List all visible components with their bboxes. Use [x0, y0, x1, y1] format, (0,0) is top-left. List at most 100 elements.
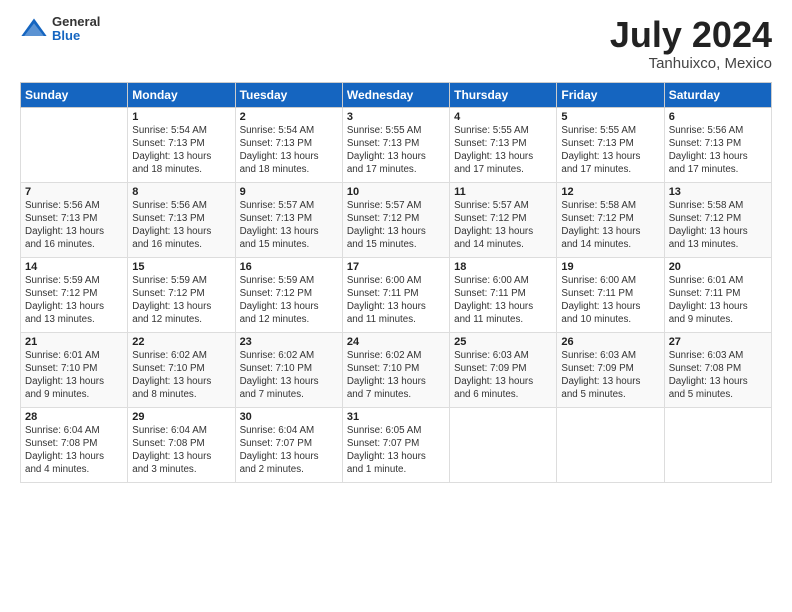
logo-text: General Blue — [52, 15, 100, 44]
day-info: Sunrise: 6:05 AM Sunset: 7:07 PM Dayligh… — [347, 424, 445, 477]
day-number: 7 — [25, 186, 123, 198]
calendar-cell: 8Sunrise: 5:56 AM Sunset: 7:13 PM Daylig… — [128, 182, 235, 257]
week-row-1: 1Sunrise: 5:54 AM Sunset: 7:13 PM Daylig… — [21, 107, 772, 182]
day-info: Sunrise: 5:56 AM Sunset: 7:13 PM Dayligh… — [25, 199, 123, 252]
calendar-cell — [557, 407, 664, 482]
location: Tanhuixco, Mexico — [610, 55, 772, 72]
day-number: 31 — [347, 411, 445, 423]
week-row-4: 21Sunrise: 6:01 AM Sunset: 7:10 PM Dayli… — [21, 332, 772, 407]
weekday-header-thursday: Thursday — [450, 82, 557, 107]
day-info: Sunrise: 6:01 AM Sunset: 7:10 PM Dayligh… — [25, 349, 123, 402]
calendar-cell: 21Sunrise: 6:01 AM Sunset: 7:10 PM Dayli… — [21, 332, 128, 407]
day-info: Sunrise: 6:02 AM Sunset: 7:10 PM Dayligh… — [132, 349, 230, 402]
calendar-cell: 4Sunrise: 5:55 AM Sunset: 7:13 PM Daylig… — [450, 107, 557, 182]
day-number: 27 — [669, 336, 767, 348]
day-number: 13 — [669, 186, 767, 198]
day-info: Sunrise: 6:03 AM Sunset: 7:09 PM Dayligh… — [454, 349, 552, 402]
calendar-cell: 16Sunrise: 5:59 AM Sunset: 7:12 PM Dayli… — [235, 257, 342, 332]
logo-blue: Blue — [52, 29, 100, 43]
day-number: 9 — [240, 186, 338, 198]
month-title: July 2024 — [610, 15, 772, 55]
weekday-header-monday: Monday — [128, 82, 235, 107]
day-info: Sunrise: 6:03 AM Sunset: 7:09 PM Dayligh… — [561, 349, 659, 402]
calendar-cell: 27Sunrise: 6:03 AM Sunset: 7:08 PM Dayli… — [664, 332, 771, 407]
calendar-cell: 18Sunrise: 6:00 AM Sunset: 7:11 PM Dayli… — [450, 257, 557, 332]
day-info: Sunrise: 5:56 AM Sunset: 7:13 PM Dayligh… — [132, 199, 230, 252]
calendar-cell — [450, 407, 557, 482]
day-info: Sunrise: 6:04 AM Sunset: 7:08 PM Dayligh… — [132, 424, 230, 477]
day-info: Sunrise: 5:55 AM Sunset: 7:13 PM Dayligh… — [347, 124, 445, 177]
day-number: 2 — [240, 111, 338, 123]
calendar-cell: 28Sunrise: 6:04 AM Sunset: 7:08 PM Dayli… — [21, 407, 128, 482]
day-info: Sunrise: 5:54 AM Sunset: 7:13 PM Dayligh… — [240, 124, 338, 177]
calendar-page: General Blue July 2024 Tanhuixco, Mexico… — [0, 0, 792, 612]
day-number: 3 — [347, 111, 445, 123]
calendar-cell: 26Sunrise: 6:03 AM Sunset: 7:09 PM Dayli… — [557, 332, 664, 407]
day-number: 8 — [132, 186, 230, 198]
calendar-table: SundayMondayTuesdayWednesdayThursdayFrid… — [20, 82, 772, 483]
calendar-cell: 2Sunrise: 5:54 AM Sunset: 7:13 PM Daylig… — [235, 107, 342, 182]
calendar-cell: 24Sunrise: 6:02 AM Sunset: 7:10 PM Dayli… — [342, 332, 449, 407]
calendar-cell: 20Sunrise: 6:01 AM Sunset: 7:11 PM Dayli… — [664, 257, 771, 332]
day-info: Sunrise: 5:57 AM Sunset: 7:13 PM Dayligh… — [240, 199, 338, 252]
week-row-5: 28Sunrise: 6:04 AM Sunset: 7:08 PM Dayli… — [21, 407, 772, 482]
day-number: 20 — [669, 261, 767, 273]
day-number: 26 — [561, 336, 659, 348]
day-info: Sunrise: 6:02 AM Sunset: 7:10 PM Dayligh… — [240, 349, 338, 402]
day-info: Sunrise: 5:57 AM Sunset: 7:12 PM Dayligh… — [454, 199, 552, 252]
calendar-cell: 17Sunrise: 6:00 AM Sunset: 7:11 PM Dayli… — [342, 257, 449, 332]
calendar-body: 1Sunrise: 5:54 AM Sunset: 7:13 PM Daylig… — [21, 107, 772, 482]
day-number: 30 — [240, 411, 338, 423]
calendar-cell: 31Sunrise: 6:05 AM Sunset: 7:07 PM Dayli… — [342, 407, 449, 482]
day-info: Sunrise: 5:59 AM Sunset: 7:12 PM Dayligh… — [25, 274, 123, 327]
calendar-cell: 19Sunrise: 6:00 AM Sunset: 7:11 PM Dayli… — [557, 257, 664, 332]
calendar-cell — [664, 407, 771, 482]
calendar-cell: 23Sunrise: 6:02 AM Sunset: 7:10 PM Dayli… — [235, 332, 342, 407]
calendar-cell: 15Sunrise: 5:59 AM Sunset: 7:12 PM Dayli… — [128, 257, 235, 332]
calendar-cell: 11Sunrise: 5:57 AM Sunset: 7:12 PM Dayli… — [450, 182, 557, 257]
day-info: Sunrise: 6:02 AM Sunset: 7:10 PM Dayligh… — [347, 349, 445, 402]
calendar-cell: 22Sunrise: 6:02 AM Sunset: 7:10 PM Dayli… — [128, 332, 235, 407]
day-info: Sunrise: 5:54 AM Sunset: 7:13 PM Dayligh… — [132, 124, 230, 177]
day-number: 4 — [454, 111, 552, 123]
day-number: 14 — [25, 261, 123, 273]
day-number: 1 — [132, 111, 230, 123]
day-number: 18 — [454, 261, 552, 273]
logo: General Blue — [20, 15, 100, 44]
day-number: 11 — [454, 186, 552, 198]
day-info: Sunrise: 5:58 AM Sunset: 7:12 PM Dayligh… — [669, 199, 767, 252]
week-row-2: 7Sunrise: 5:56 AM Sunset: 7:13 PM Daylig… — [21, 182, 772, 257]
day-number: 29 — [132, 411, 230, 423]
calendar-cell: 5Sunrise: 5:55 AM Sunset: 7:13 PM Daylig… — [557, 107, 664, 182]
day-number: 5 — [561, 111, 659, 123]
calendar-header: SundayMondayTuesdayWednesdayThursdayFrid… — [21, 82, 772, 107]
calendar-cell: 7Sunrise: 5:56 AM Sunset: 7:13 PM Daylig… — [21, 182, 128, 257]
day-number: 25 — [454, 336, 552, 348]
day-info: Sunrise: 5:59 AM Sunset: 7:12 PM Dayligh… — [132, 274, 230, 327]
calendar-cell — [21, 107, 128, 182]
calendar-cell: 29Sunrise: 6:04 AM Sunset: 7:08 PM Dayli… — [128, 407, 235, 482]
calendar-cell: 13Sunrise: 5:58 AM Sunset: 7:12 PM Dayli… — [664, 182, 771, 257]
day-number: 19 — [561, 261, 659, 273]
day-number: 22 — [132, 336, 230, 348]
calendar-cell: 14Sunrise: 5:59 AM Sunset: 7:12 PM Dayli… — [21, 257, 128, 332]
day-number: 24 — [347, 336, 445, 348]
title-block: July 2024 Tanhuixco, Mexico — [610, 15, 772, 72]
calendar-cell: 25Sunrise: 6:03 AM Sunset: 7:09 PM Dayli… — [450, 332, 557, 407]
logo-icon — [20, 15, 48, 43]
day-number: 16 — [240, 261, 338, 273]
day-info: Sunrise: 5:58 AM Sunset: 7:12 PM Dayligh… — [561, 199, 659, 252]
day-info: Sunrise: 5:59 AM Sunset: 7:12 PM Dayligh… — [240, 274, 338, 327]
calendar-cell: 12Sunrise: 5:58 AM Sunset: 7:12 PM Dayli… — [557, 182, 664, 257]
day-info: Sunrise: 6:04 AM Sunset: 7:08 PM Dayligh… — [25, 424, 123, 477]
day-info: Sunrise: 5:55 AM Sunset: 7:13 PM Dayligh… — [561, 124, 659, 177]
calendar-cell: 10Sunrise: 5:57 AM Sunset: 7:12 PM Dayli… — [342, 182, 449, 257]
week-row-3: 14Sunrise: 5:59 AM Sunset: 7:12 PM Dayli… — [21, 257, 772, 332]
day-info: Sunrise: 5:55 AM Sunset: 7:13 PM Dayligh… — [454, 124, 552, 177]
weekday-header-saturday: Saturday — [664, 82, 771, 107]
day-info: Sunrise: 6:00 AM Sunset: 7:11 PM Dayligh… — [347, 274, 445, 327]
header: General Blue July 2024 Tanhuixco, Mexico — [20, 15, 772, 72]
calendar-cell: 1Sunrise: 5:54 AM Sunset: 7:13 PM Daylig… — [128, 107, 235, 182]
calendar-cell: 9Sunrise: 5:57 AM Sunset: 7:13 PM Daylig… — [235, 182, 342, 257]
day-number: 17 — [347, 261, 445, 273]
